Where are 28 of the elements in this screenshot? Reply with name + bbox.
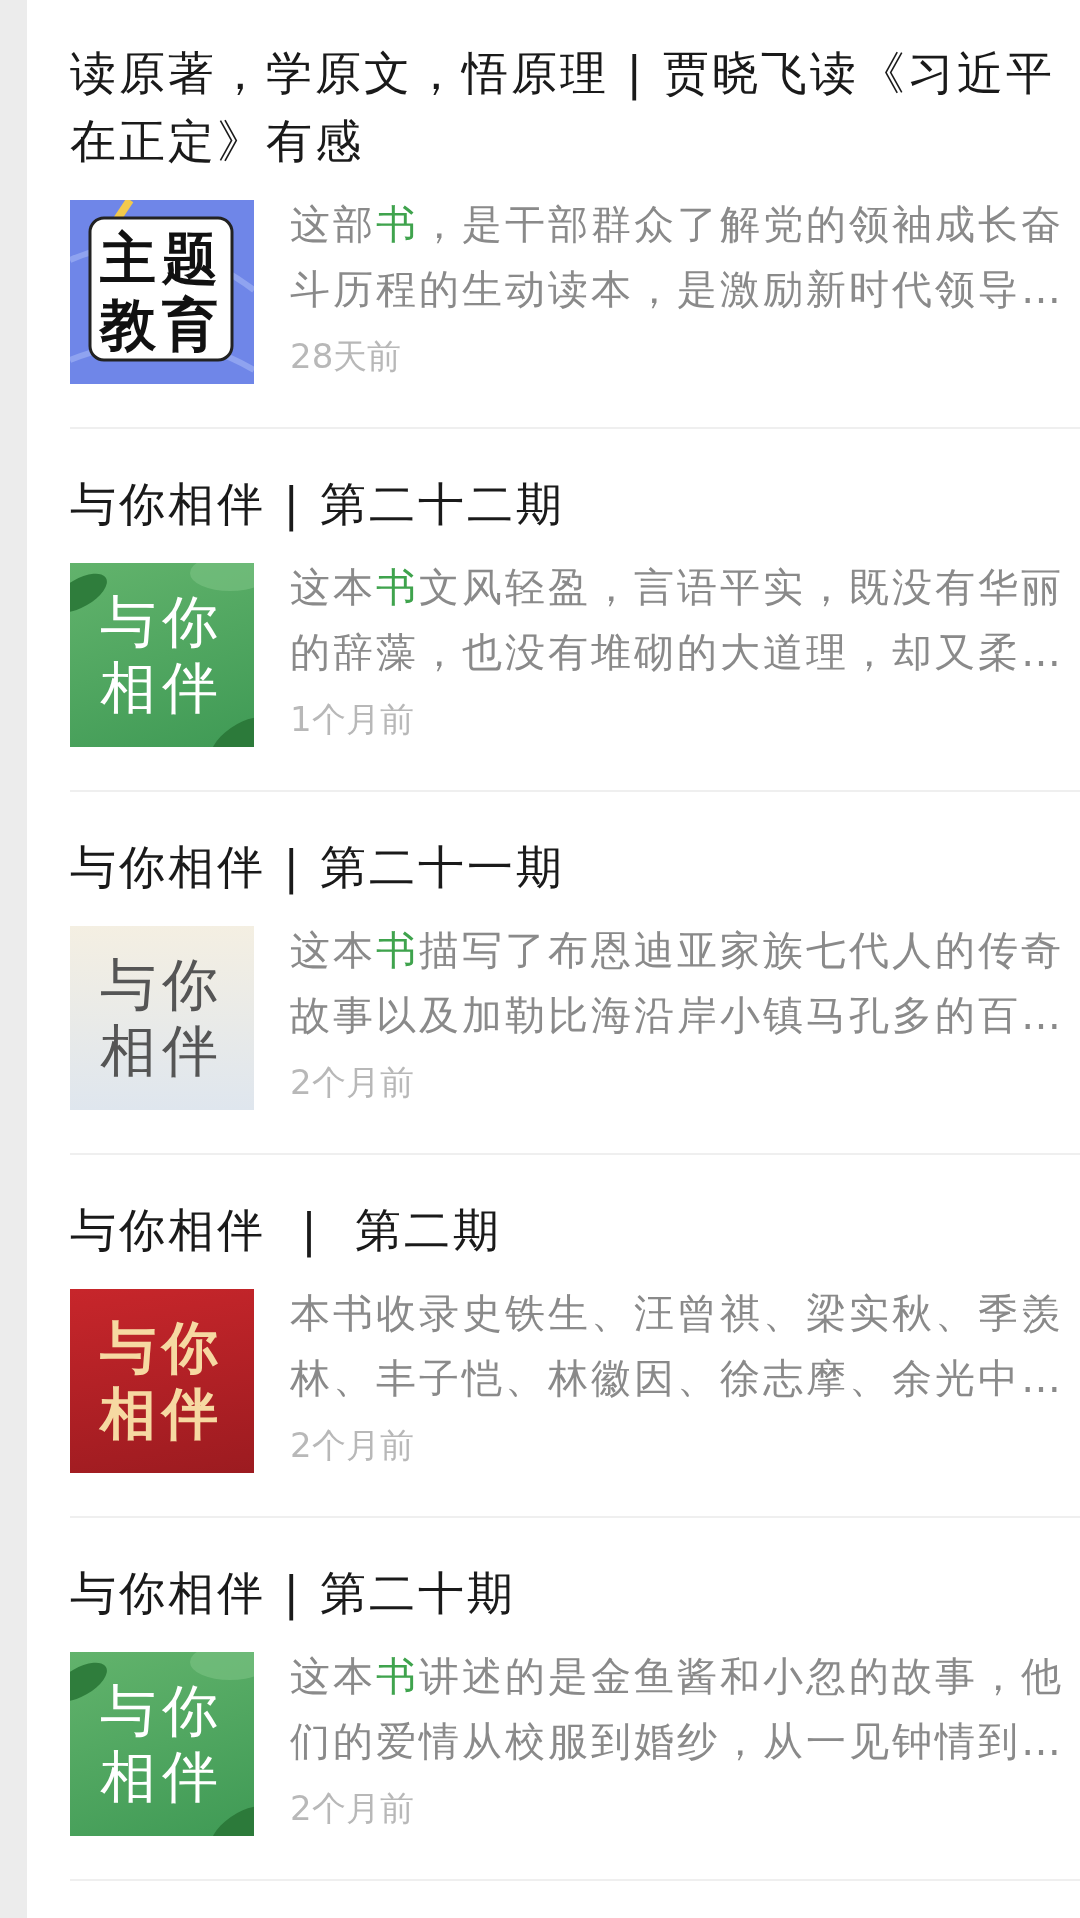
article-summary: 这部书，是干部群众了解党的领袖成长奋斗历程的生动读本，是激励新时代领导… [290, 200, 1065, 314]
post-time: 2个月前 [290, 1424, 415, 1467]
thumbnail-text: 相伴 [100, 1381, 224, 1447]
thumbnail-text: 与你 [100, 952, 224, 1018]
thumbnail-text: 与你 [100, 1315, 224, 1381]
post-time: 2个月前 [290, 1787, 415, 1830]
thumbnail[interactable]: 与你 相伴 [70, 926, 254, 1110]
post-time: 1个月前 [290, 698, 415, 741]
post-time: 28天前 [290, 335, 403, 378]
thumbnail-text: 主题 [100, 226, 224, 292]
thumbnail-text: 与你 [100, 589, 224, 655]
article-summary: 本书收录史铁生、汪曾祺、梁实秋、季羡林、丰子恺、林徽因、徐志摩、余光中… [290, 1289, 1065, 1403]
article-summary: 这本书描写了布恩迪亚家族七代人的传奇故事以及加勒比海沿岸小镇马孔多的百… [290, 926, 1065, 1040]
article-title[interactable]: 与你相伴 | 第二十一期 [70, 833, 1070, 901]
article-title[interactable]: 与你相伴 | 第二十期 [70, 1559, 1070, 1627]
thumbnail-text: 相伴 [100, 655, 224, 721]
thumbnail-text: 相伴 [100, 1744, 224, 1810]
article-title[interactable]: 读原著，学原文，悟原理 | 贾晓飞读《习近平在正定》有感 [70, 39, 1070, 175]
post-time: 2个月前 [290, 1061, 415, 1104]
thumbnail[interactable]: 与你 相伴 [70, 1289, 254, 1473]
thumbnail-text: 教育 [100, 292, 224, 358]
thumbnail-text: 与你 [100, 1678, 224, 1744]
thumbnail-text: 相伴 [100, 1018, 224, 1084]
thumbnail[interactable]: 主题 教育 [70, 200, 254, 384]
article-title[interactable]: 与你相伴 | 第二十二期 [70, 470, 1070, 538]
article-summary: 这本书文风轻盈，言语平实，既没有华丽的辞藻，也没有堆砌的大道理，却又柔… [290, 563, 1065, 677]
article-summary: 这本书讲述的是金鱼酱和小忽的故事，他们的爱情从校服到婚纱，从一见钟情到… [290, 1652, 1065, 1766]
article-title[interactable]: 与你相伴 | 第二期 [70, 1196, 1070, 1264]
